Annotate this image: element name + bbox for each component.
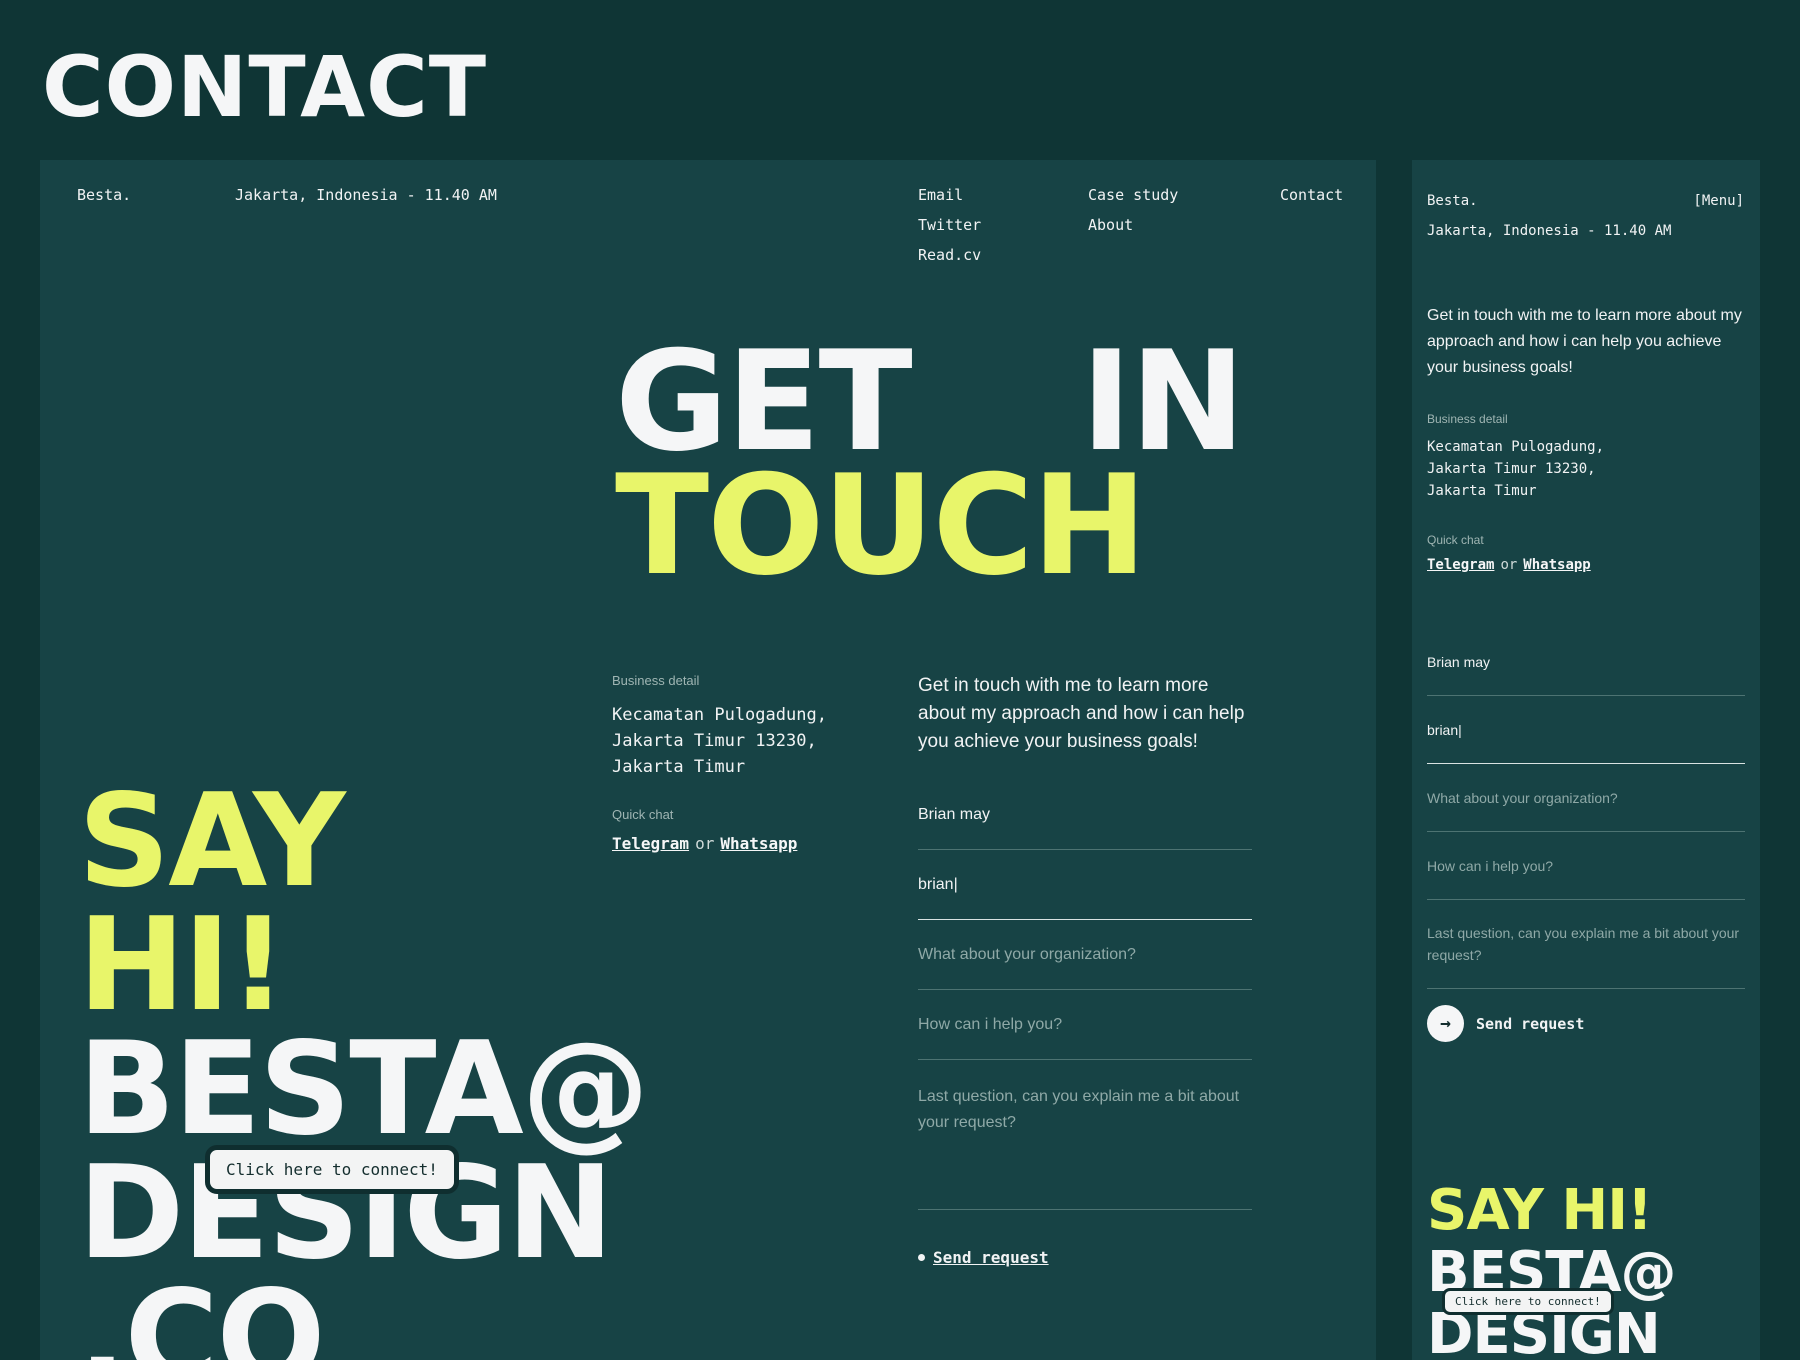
help-field[interactable]: How can i help you? bbox=[1427, 832, 1745, 900]
email-field[interactable]: brian| bbox=[918, 850, 1252, 920]
arrow-right-icon: → bbox=[1427, 1005, 1464, 1042]
bullet-icon bbox=[918, 1254, 925, 1261]
mobile-business-detail: Business detail Kecamatan Pulogadung, Ja… bbox=[1427, 412, 1604, 502]
send-request-button[interactable]: Send request bbox=[918, 1248, 1049, 1267]
whatsapp-link[interactable]: Whatsapp bbox=[1523, 557, 1590, 573]
nav-link-case-study[interactable]: Case study bbox=[1088, 186, 1178, 204]
business-address: Kecamatan Pulogadung, Jakarta Timur 1323… bbox=[612, 702, 827, 780]
mobile-say-hi-heading: SAY HI! BESTA@ DESIGN bbox=[1427, 1178, 1676, 1360]
help-field[interactable]: How can i help you? bbox=[918, 990, 1252, 1060]
address-line: Kecamatan Pulogadung, bbox=[612, 705, 827, 725]
nav-link-twitter[interactable]: Twitter bbox=[918, 216, 981, 234]
say-hi-heading: SAY HI! BESTA@ DESIGN .CO bbox=[78, 767, 650, 1360]
nav-link-contact[interactable]: Contact bbox=[1280, 186, 1343, 204]
organization-field[interactable]: What about your organization? bbox=[1427, 764, 1745, 832]
mobile-location: Jakarta, Indonesia - 11.40 AM bbox=[1427, 223, 1672, 239]
name-field[interactable]: Brian may bbox=[1427, 628, 1745, 696]
request-field[interactable]: Last question, can you explain me a bit … bbox=[1427, 900, 1745, 989]
nav-link-readcv[interactable]: Read.cv bbox=[918, 246, 981, 264]
nav-links-social: Email Twitter Read.cv bbox=[918, 186, 981, 264]
mobile-intro-text: Get in touch with me to learn more about… bbox=[1427, 307, 1742, 376]
organization-field[interactable]: What about your organization? bbox=[918, 920, 1252, 990]
hero-word-touch: TOUCH bbox=[615, 445, 1147, 606]
page-title: CONTACT bbox=[42, 38, 488, 136]
business-detail: Business detail Kecamatan Pulogadung, Ja… bbox=[612, 673, 827, 780]
mobile-menu-button[interactable]: [Menu] bbox=[1693, 193, 1744, 209]
email-handle-line[interactable]: .CO bbox=[78, 1274, 648, 1360]
nav-brand[interactable]: Besta. bbox=[77, 186, 131, 204]
business-label: Business detail bbox=[612, 673, 700, 688]
intro-text: Get in touch with me to learn more about… bbox=[918, 675, 1245, 752]
or-text: or bbox=[695, 834, 715, 853]
nav-location: Jakarta, Indonesia - 11.40 AM bbox=[235, 186, 497, 204]
request-field[interactable]: Last question, can you explain me a bit … bbox=[918, 1060, 1252, 1210]
mobile-connect-button[interactable]: Click here to connect! bbox=[1442, 1288, 1614, 1315]
say-hi-line: SAY HI! bbox=[1427, 1178, 1653, 1243]
email-field[interactable]: brian| bbox=[1427, 696, 1745, 764]
desktop-frame: Besta. Jakarta, Indonesia - 11.40 AM Ema… bbox=[40, 160, 1376, 1360]
telegram-link[interactable]: Telegram bbox=[1427, 557, 1494, 573]
address-line: Jakarta Timur 13230, bbox=[1427, 461, 1596, 477]
address-line: Jakarta Timur 13230, bbox=[612, 731, 817, 751]
address-line: Kecamatan Pulogadung, bbox=[1427, 439, 1605, 455]
business-address: Kecamatan Pulogadung, Jakarta Timur 1323… bbox=[1427, 436, 1604, 502]
or-text: or bbox=[1500, 557, 1518, 573]
send-request-label: Send request bbox=[1476, 1014, 1585, 1033]
business-label: Business detail bbox=[1427, 412, 1508, 426]
nav-links-pages: Case study About bbox=[1088, 186, 1178, 234]
mobile-frame: Besta. [Menu] Jakarta, Indonesia - 11.40… bbox=[1412, 160, 1760, 1360]
contact-form: Brian may brian| What about your organiz… bbox=[918, 780, 1252, 1210]
name-field[interactable]: Brian may bbox=[918, 780, 1252, 850]
nav-link-email[interactable]: Email bbox=[918, 186, 981, 204]
quick-chat-links: Telegram or Whatsapp bbox=[1427, 557, 1591, 573]
nav-link-about[interactable]: About bbox=[1088, 216, 1178, 234]
hero-heading: GET IN TOUCH bbox=[615, 333, 1246, 606]
mobile-send-request-button[interactable]: → Send request bbox=[1427, 1005, 1584, 1042]
address-line: Jakarta Timur bbox=[1427, 483, 1537, 499]
send-request-label: Send request bbox=[933, 1248, 1049, 1267]
say-hi-line: SAY bbox=[78, 767, 346, 916]
nav-links-contact: Contact bbox=[1280, 186, 1343, 204]
say-hi-line: HI! bbox=[78, 891, 287, 1040]
mobile-contact-form: Brian may brian| What about your organiz… bbox=[1427, 628, 1745, 989]
mobile-brand[interactable]: Besta. bbox=[1427, 193, 1478, 209]
connect-button[interactable]: Click here to connect! bbox=[205, 1145, 459, 1194]
quick-chat-label: Quick chat bbox=[1427, 533, 1484, 547]
email-handle-line[interactable]: BESTA@ bbox=[78, 1026, 650, 1154]
mobile-quick-chat: Quick chat Telegram or Whatsapp bbox=[1427, 533, 1591, 573]
whatsapp-link[interactable]: Whatsapp bbox=[720, 834, 797, 853]
address-line: Jakarta Timur bbox=[612, 757, 746, 777]
